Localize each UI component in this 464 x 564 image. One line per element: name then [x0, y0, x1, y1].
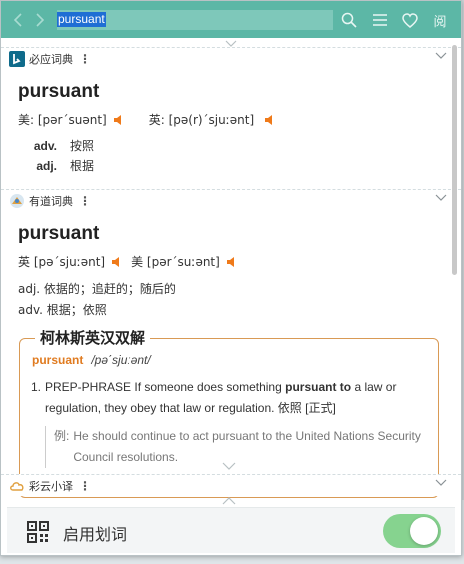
enable-selection-label: 启用划词: [63, 525, 128, 544]
chevron-down-icon: [225, 40, 237, 47]
collins-headword: pursuant: [32, 353, 84, 367]
youdao-logo-icon: [10, 193, 24, 208]
bing-us-phonetic: 美: [pər΄suənt]: [18, 113, 107, 127]
scrollbar-thumb[interactable]: [452, 45, 457, 275]
collins-sense-number: 1.: [31, 380, 42, 394]
speaker-icon[interactable]: [111, 256, 123, 268]
collins-example: 例: He should continue to act pursuant to …: [45, 426, 435, 468]
chevron-down-icon[interactable]: [222, 462, 236, 471]
search-input-value: pursuant: [57, 11, 106, 27]
favorite-button[interactable]: [400, 10, 420, 30]
menu-button[interactable]: [370, 10, 390, 30]
bing-def-meaning: 按照: [70, 139, 95, 153]
reader-icon: 阅: [433, 14, 447, 30]
search-input[interactable]: pursuant: [57, 9, 333, 30]
chevron-down-icon[interactable]: [435, 194, 447, 201]
back-button[interactable]: [7, 1, 29, 38]
collins-phonetic: /pə΄sjuːənt/: [91, 353, 151, 367]
bing-pronunciation: 美: [pər΄suənt] 英: [pə(r)΄sjuːənt]: [18, 111, 276, 128]
dictionary-popup: pursuant 阅 必应词典 ⋮ pursuant 美: [pər΄suənt…: [0, 0, 462, 556]
speaker-icon[interactable]: [264, 114, 276, 126]
chevron-left-icon: [13, 12, 22, 27]
bing-def-meaning: 根据: [70, 159, 95, 173]
chevron-up-icon[interactable]: [222, 496, 236, 505]
youdao-title: 有道词典: [29, 194, 73, 208]
bing-section-header: 必应词典 ⋮: [1, 47, 461, 69]
youdao-def-line: adj. 依据的；追赶的；随后的: [18, 282, 176, 296]
qr-code-icon[interactable]: [27, 521, 49, 543]
collins-title: 柯林斯英汉双解: [35, 327, 151, 348]
collins-sense: 1. PREP-PHRASE If someone does something…: [31, 377, 441, 419]
bing-def-row: adj. 根据: [20, 157, 94, 174]
chevron-down-icon[interactable]: [435, 52, 447, 59]
youdao-pronunciation: 英 [pə΄sjuːənt] 美 [pər΄suːənt]: [18, 253, 238, 270]
chevron-down-icon[interactable]: [435, 479, 447, 486]
reader-button[interactable]: 阅: [430, 10, 450, 30]
speaker-icon[interactable]: [113, 114, 125, 126]
youdao-def-line: adv. 根据；依照: [18, 303, 107, 317]
collins-example-text: He should continue to act pursuant to th…: [73, 429, 421, 464]
bing-uk-phonetic: 英: [pə(r)΄sjuːənt]: [148, 113, 255, 127]
bing-headword: pursuant: [18, 81, 100, 102]
bing-more-button[interactable]: ⋮: [79, 52, 91, 66]
bing-def-row: adv. 按照: [20, 137, 94, 154]
caiyun-section-header: 彩云小译 ⋮: [1, 474, 461, 496]
menu-icon: [373, 14, 387, 26]
search-icon: [341, 12, 357, 28]
bing-title: 必应词典: [29, 52, 73, 66]
caiyun-title: 彩云小译: [29, 479, 73, 493]
bing-logo-icon: [9, 50, 25, 67]
toolbar: pursuant: [1, 1, 461, 38]
speaker-icon[interactable]: [226, 256, 238, 268]
collins-example-label: 例:: [54, 429, 70, 443]
youdao-us-phonetic: 美 [pər΄suːənt]: [131, 255, 220, 269]
youdao-more-button[interactable]: ⋮: [79, 194, 91, 208]
caiyun-more-button[interactable]: ⋮: [79, 479, 91, 493]
collins-entry-head: pursuant/pə΄sjuːənt/: [32, 353, 151, 367]
heart-icon: [402, 12, 418, 28]
toggle-knob: [410, 517, 438, 545]
collins-sense-keyword: pursuant to: [285, 380, 352, 394]
bing-def-pos: adj.: [36, 159, 57, 173]
chevron-right-icon: [36, 12, 45, 27]
collins-sense-text: PREP-PHRASE If someone does something: [45, 380, 286, 394]
cloud-icon: [10, 481, 24, 491]
forward-button[interactable]: [29, 1, 51, 38]
search-button[interactable]: [339, 10, 359, 30]
enable-selection-toggle[interactable]: [383, 514, 441, 548]
youdao-uk-phonetic: 英 [pə΄sjuːənt]: [18, 255, 106, 269]
footer-bar: 启用划词: [7, 507, 455, 553]
youdao-headword: pursuant: [18, 223, 100, 244]
youdao-section-header: 有道词典 ⋮: [1, 189, 461, 211]
bing-def-pos: adv.: [33, 139, 57, 153]
